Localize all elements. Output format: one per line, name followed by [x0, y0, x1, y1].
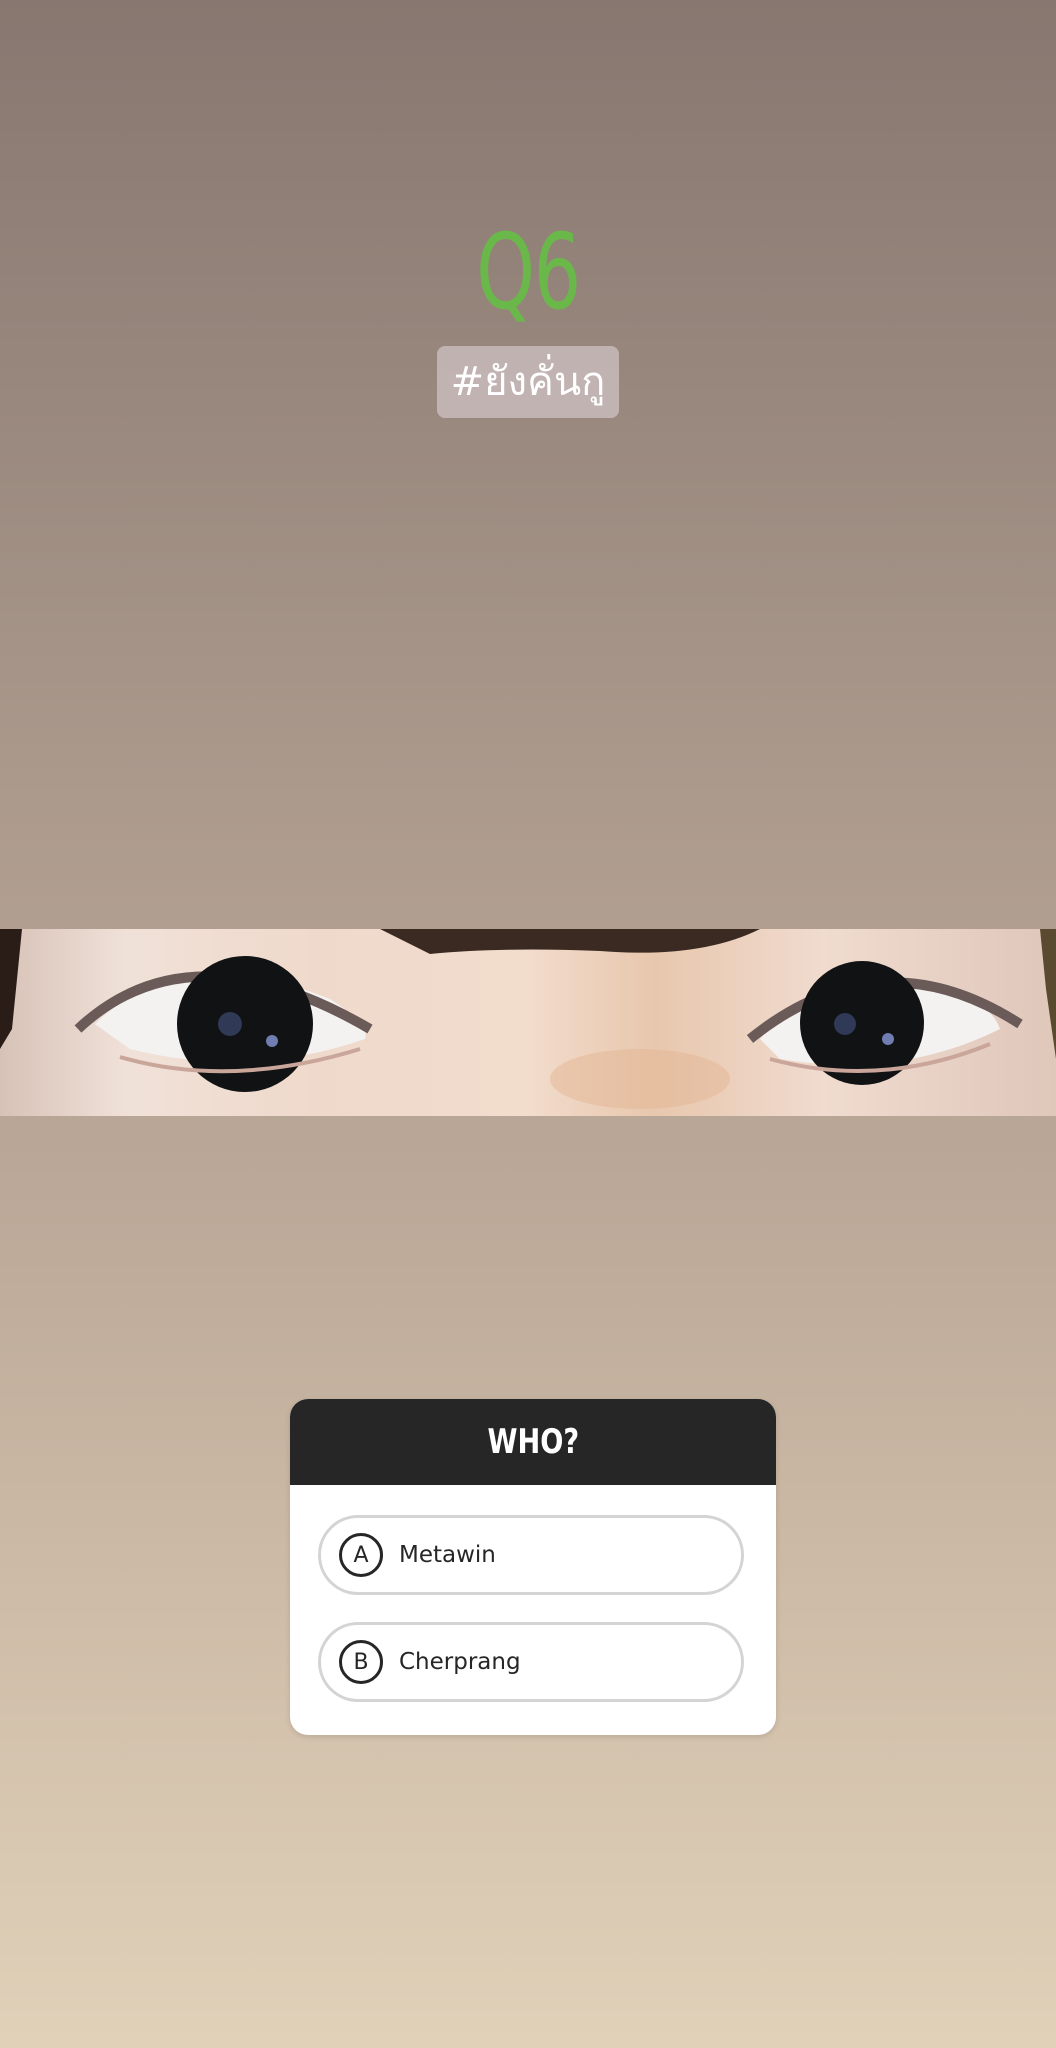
option-letter-b: B — [339, 1640, 383, 1684]
quiz-option-a[interactable]: A Metawin — [318, 1515, 744, 1595]
option-label-b: Cherprang — [399, 1649, 521, 1675]
quiz-sticker: WHO? A Metawin B Cherprang — [290, 1399, 776, 1735]
quiz-option-b[interactable]: B Cherprang — [318, 1622, 744, 1702]
option-label-a: Metawin — [399, 1542, 496, 1568]
quiz-title: WHO? — [290, 1399, 776, 1485]
eyes-photo — [0, 929, 1056, 1116]
question-number: Q6 — [476, 211, 581, 333]
hashtag-sticker[interactable]: #ยังคั่นกู — [436, 346, 620, 418]
option-letter-a: A — [339, 1533, 383, 1577]
